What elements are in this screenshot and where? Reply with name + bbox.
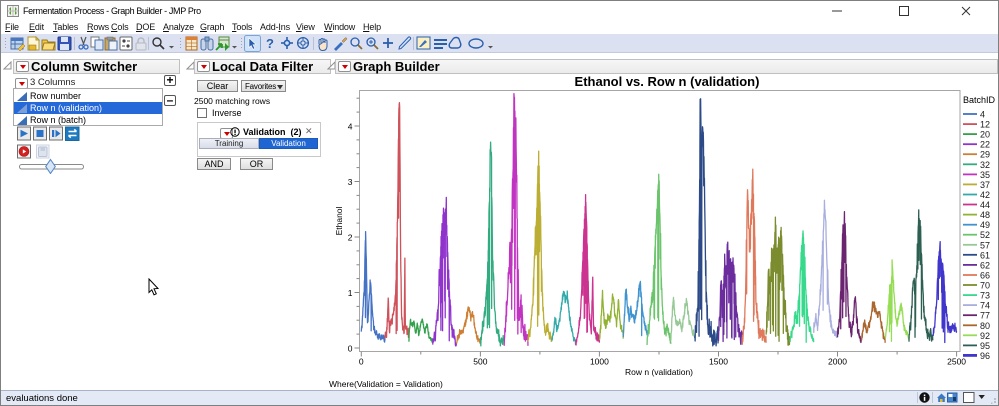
svg-text:0: 0 [348,344,353,354]
svg-text:2: 2 [348,233,353,243]
svg-text:49: 49 [980,220,990,230]
svg-text:22: 22 [980,140,990,150]
svg-text:95: 95 [980,341,990,351]
svg-text:4: 4 [348,122,353,132]
svg-text:92: 92 [980,331,990,341]
svg-text:Row n (validation): Row n (validation) [625,367,693,377]
svg-text:20: 20 [980,130,990,140]
svg-text:35: 35 [980,170,990,180]
svg-text:BatchID: BatchID [963,95,996,105]
svg-text:0: 0 [359,357,364,367]
svg-text:74: 74 [980,301,990,311]
svg-text:1000: 1000 [590,357,609,367]
svg-text:4: 4 [980,110,985,120]
svg-text:2500: 2500 [947,357,966,367]
svg-text:500: 500 [473,357,487,367]
svg-text:42: 42 [980,190,990,200]
svg-text:52: 52 [980,230,990,240]
svg-text:37: 37 [980,180,990,190]
svg-text:3: 3 [348,177,353,187]
svg-text:77: 77 [980,311,990,321]
svg-text:73: 73 [980,291,990,301]
svg-text:80: 80 [980,321,990,331]
svg-text:12: 12 [980,120,990,130]
svg-text:Ethanol: Ethanol [334,206,344,235]
svg-text:1: 1 [348,288,353,298]
svg-text:44: 44 [980,200,990,210]
svg-text:1500: 1500 [709,357,728,367]
svg-text:2000: 2000 [828,357,847,367]
svg-text:29: 29 [980,150,990,160]
svg-text:61: 61 [980,250,990,260]
svg-text:96: 96 [980,351,990,361]
svg-text:62: 62 [980,260,990,270]
svg-text:66: 66 [980,271,990,281]
svg-text:57: 57 [980,240,990,250]
svg-text:32: 32 [980,160,990,170]
svg-text:70: 70 [980,281,990,291]
svg-text:48: 48 [980,210,990,220]
